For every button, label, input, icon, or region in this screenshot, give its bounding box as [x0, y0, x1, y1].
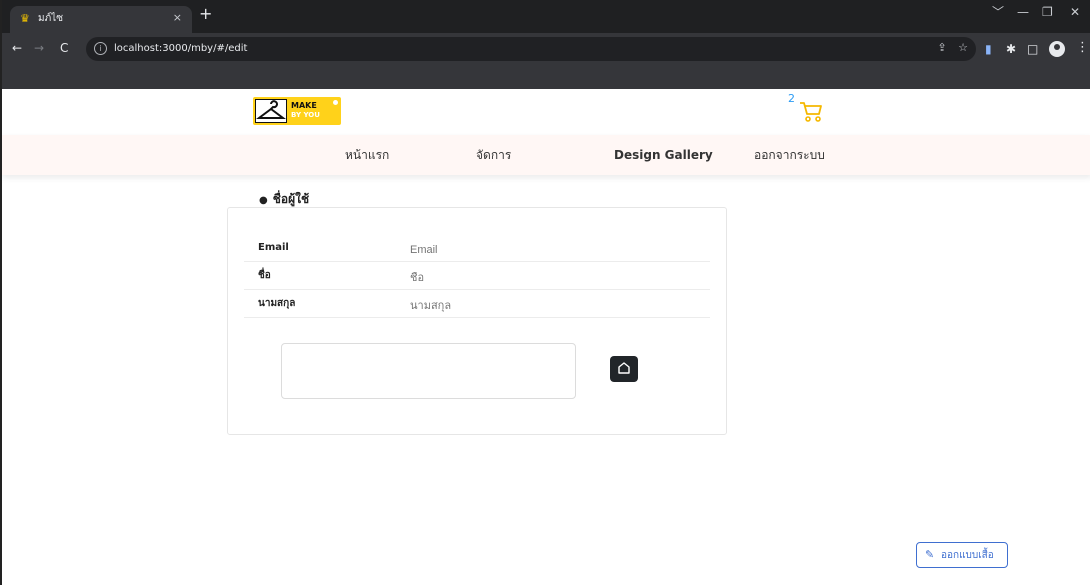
extension-icon[interactable]: ▮ — [985, 42, 992, 56]
logo-make-text: MAKE — [291, 101, 317, 110]
new-tab-button[interactable]: + — [199, 6, 212, 22]
site-logo[interactable]: MAKE BY YOU — [253, 97, 341, 125]
main-nav: หน้าแรก จัดการ Design Gallery ออกจากระบบ — [2, 135, 1090, 175]
email-row: Email — [244, 234, 710, 262]
cart-icon[interactable] — [799, 101, 823, 127]
address-textarea[interactable] — [281, 343, 576, 399]
hanger-icon — [255, 99, 287, 123]
logo-byyou-text: BY YOU — [291, 111, 320, 119]
browser-tab[interactable]: ♛ มภ์ไซ × — [10, 6, 192, 33]
home-icon — [618, 362, 630, 374]
minimize-button[interactable]: — — [1017, 5, 1029, 19]
web-page: MAKE BY YOU 2 หน้าแรก จัดการ Design Gall… — [2, 89, 1090, 585]
forward-button[interactable]: → — [34, 41, 44, 55]
url-text[interactable]: localhost:3000/mby/#/edit — [114, 42, 247, 55]
pencil-icon: ✎ — [925, 548, 935, 561]
design-shirt-button[interactable]: ✎ ออกแบบเสื้อ — [916, 542, 1008, 568]
browser-toolbar: ← → C i localhost:3000/mby/#/edit ⇪ ☆ ▮ … — [2, 33, 1090, 65]
home-button[interactable] — [610, 356, 638, 382]
site-info-icon[interactable]: i — [94, 42, 107, 55]
tab-search-icon[interactable]: ﹀ — [992, 5, 1004, 19]
user-icon: ● — [259, 195, 268, 206]
lastname-label: นามสกุล — [258, 298, 296, 309]
email-field[interactable] — [410, 244, 690, 257]
reload-button[interactable]: C — [60, 41, 68, 55]
profile-card: Email ชื่อ นามสกุล — [227, 207, 727, 435]
tab-close-icon[interactable]: × — [173, 12, 182, 24]
puzzle-extensions-icon[interactable]: ✱ — [1006, 42, 1016, 56]
cart-count-badge: 2 — [788, 92, 795, 105]
nav-manage[interactable]: จัดการ — [476, 148, 511, 162]
lastname-field[interactable] — [410, 300, 690, 313]
tab-title: มภ์ไซ — [38, 13, 63, 24]
email-label: Email — [258, 242, 289, 253]
address-bar[interactable]: i localhost:3000/mby/#/edit ⇪ ☆ — [86, 37, 976, 61]
bookmarks-bar — [2, 65, 1090, 89]
side-panel-icon[interactable]: □ — [1027, 42, 1038, 56]
firstname-label: ชื่อ — [258, 270, 271, 281]
nav-logout[interactable]: ออกจากระบบ — [754, 148, 825, 162]
nav-home[interactable]: หน้าแรก — [345, 148, 389, 162]
nav-design-gallery[interactable]: Design Gallery — [614, 148, 713, 162]
restore-button[interactable]: ❐ — [1042, 5, 1053, 19]
tab-bar: ♛ มภ์ไซ × + ﹀ — ❐ ✕ — [2, 0, 1090, 33]
design-shirt-label: ออกแบบเสื้อ — [941, 550, 994, 561]
browser-window: ♛ มภ์ไซ × + ﹀ — ❐ ✕ ← → C i localhost:30… — [0, 0, 1090, 585]
lastname-row: นามสกุล — [244, 290, 710, 318]
share-icon[interactable]: ⇪ — [937, 41, 946, 54]
menu-kebab-icon[interactable]: ⋮ — [1076, 41, 1089, 55]
firstname-field[interactable] — [410, 272, 690, 285]
profile-section-title: ● ชื่อผู้ใช้ — [259, 192, 309, 208]
close-window-button[interactable]: ✕ — [1070, 5, 1080, 19]
back-button[interactable]: ← — [12, 41, 22, 55]
firstname-row: ชื่อ — [244, 262, 710, 290]
hanger-favicon-icon: ♛ — [20, 12, 30, 25]
logo-dot — [333, 100, 338, 105]
profile-title-text: ชื่อผู้ใช้ — [272, 192, 310, 206]
omnibox-actions: ⇪ ☆ — [937, 41, 968, 55]
profile-avatar-icon[interactable] — [1049, 41, 1065, 57]
bookmark-star-icon[interactable]: ☆ — [958, 41, 968, 54]
